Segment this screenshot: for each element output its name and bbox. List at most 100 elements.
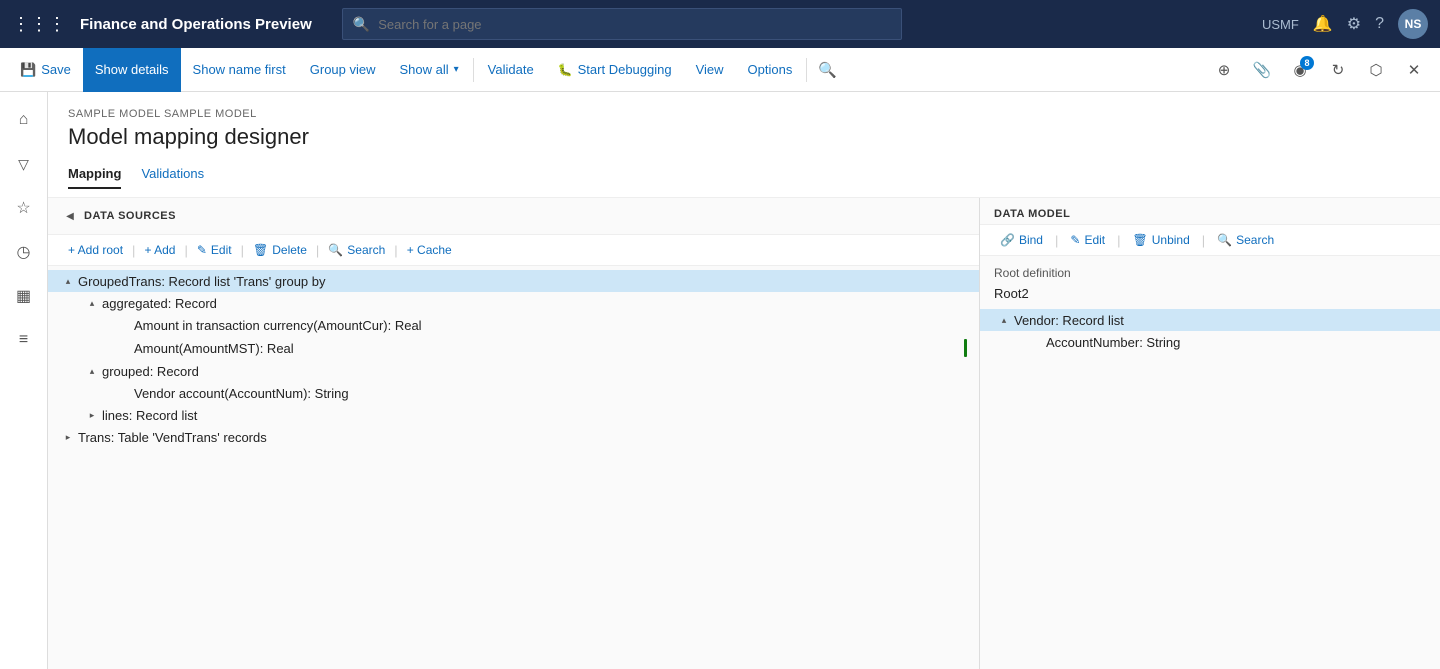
tree-label-trans: Trans: Table 'VendTrans' records — [78, 430, 979, 445]
dm-toolbar: 🔗 Bind | ✎ Edit | 🗑 Unbind | � — [980, 224, 1440, 256]
breadcrumb: SAMPLE MODEL SAMPLE MODEL — [68, 108, 1420, 120]
user-avatar[interactable]: NS — [1398, 9, 1428, 39]
tree-item-vendor-account[interactable]: ▸ Vendor account(AccountNum): String — [48, 382, 979, 404]
sidebar-item-recent[interactable]: ◷ — [4, 232, 44, 272]
tree-label-vendor-account: Vendor account(AccountNum): String — [134, 386, 979, 401]
group-view-button[interactable]: Group view — [298, 48, 388, 92]
add-root-button[interactable]: + Add root — [60, 239, 131, 261]
dm-edit-button[interactable]: ✎ Edit — [1062, 229, 1113, 251]
dm-tree-label-vendor: Vendor: Record list — [1014, 313, 1440, 328]
binding-indicator — [964, 339, 967, 357]
badge-count: 8 — [1300, 56, 1314, 70]
toolbar-divider-1 — [473, 58, 474, 82]
sidebar-item-filter[interactable]: ▽ — [4, 144, 44, 184]
save-button[interactable]: 💾 Save — [8, 48, 83, 92]
search-toolbar-icon[interactable]: 🔍 — [809, 52, 845, 88]
tree-item-aggregated[interactable]: ▴ aggregated: Record — [48, 292, 979, 314]
global-search-box[interactable]: 🔍 — [342, 8, 902, 40]
save-icon: 💾 — [20, 62, 36, 78]
tree-label-grouped: grouped: Record — [102, 364, 979, 379]
validate-button[interactable]: Validate — [476, 48, 546, 92]
delete-button[interactable]: 🗑 Delete — [245, 239, 315, 261]
edit-icon: ✎ — [197, 243, 207, 257]
expand-icon-grouped[interactable]: ▴ — [84, 363, 100, 379]
tree-label-aggregated: aggregated: Record — [102, 296, 979, 311]
tree-item-trans[interactable]: ▸ Trans: Table 'VendTrans' records — [48, 426, 979, 448]
data-model-panel: DATA MODEL 🔗 Bind | ✎ Edit | 🗑 Unbind — [980, 198, 1440, 669]
tree-item-lines[interactable]: ▸ lines: Record list — [48, 404, 979, 426]
search-icon: 🔍 — [353, 16, 370, 33]
add-button[interactable]: + Add — [136, 239, 183, 261]
sidebar-item-favorites[interactable]: ☆ — [4, 188, 44, 228]
app-title: Finance and Operations Preview — [80, 16, 312, 33]
expand-icon-trans[interactable]: ▸ — [60, 429, 76, 445]
show-all-button[interactable]: Show all ▾ — [388, 48, 471, 92]
ds-tree: ▴ GroupedTrans: Record list 'Trans' grou… — [48, 266, 979, 669]
search-ds-button[interactable]: 🔍 Search — [320, 239, 393, 261]
dm-panel-title: DATA MODEL — [980, 198, 1440, 224]
user-code: USMF — [1262, 17, 1299, 32]
mapping-content: ◀ DATA SOURCES + Add root | + Add | ✎ Ed… — [48, 198, 1440, 669]
dm-edit-icon: ✎ — [1070, 233, 1080, 247]
bookmark-icon[interactable]: 📎 — [1244, 52, 1280, 88]
dm-tree: ▴ Vendor: Record list ▸ AccountNumber: S… — [980, 301, 1440, 669]
chevron-down-icon: ▾ — [454, 64, 459, 75]
tree-item-amount-mst[interactable]: ▸ Amount(AmountMST): Real — [48, 336, 979, 360]
tree-item-grouped-trans[interactable]: ▴ GroupedTrans: Record list 'Trans' grou… — [48, 270, 979, 292]
toolbar-divider-2 — [806, 58, 807, 82]
tree-label-amount-mst: Amount(AmountMST): Real — [134, 341, 964, 356]
sidebar: ⌂ ▽ ☆ ◷ ▦ ≡ — [0, 92, 48, 669]
main-layout: ⌂ ▽ ☆ ◷ ▦ ≡ SAMPLE MODEL SAMPLE MODEL Mo… — [0, 92, 1440, 669]
bind-button[interactable]: 🔗 Bind — [992, 229, 1051, 251]
data-sources-panel: ◀ DATA SOURCES + Add root | + Add | ✎ Ed… — [48, 198, 980, 669]
debug-icon: 🐛 — [558, 63, 573, 77]
search-input[interactable] — [378, 17, 891, 32]
sidebar-item-workspace[interactable]: ▦ — [4, 276, 44, 316]
sidebar-item-modules[interactable]: ≡ — [4, 320, 44, 360]
unbind-button[interactable]: 🗑 Unbind — [1125, 229, 1198, 251]
tab-validations[interactable]: Validations — [141, 160, 204, 189]
connect-icon[interactable]: ⊕ — [1206, 52, 1242, 88]
notification-icon[interactable]: 🔔 — [1313, 14, 1333, 34]
dm-tree-label-account-number: AccountNumber: String — [1046, 335, 1440, 350]
tree-label-amount-cur: Amount in transaction currency(AmountCur… — [134, 318, 979, 333]
refresh-icon[interactable]: ↻ — [1320, 52, 1356, 88]
root-definition-value: Root2 — [980, 286, 1440, 301]
dm-expand-icon-vendor[interactable]: ▴ — [996, 312, 1012, 328]
tab-mapping[interactable]: Mapping — [68, 160, 121, 189]
settings-icon[interactable]: ⚙ — [1347, 14, 1361, 34]
page-title: Model mapping designer — [68, 124, 1420, 150]
start-debugging-button[interactable]: 🐛 Start Debugging — [546, 48, 684, 92]
ds-panel-title: DATA SOURCES — [84, 210, 176, 222]
unbind-icon: 🗑 — [1133, 233, 1148, 247]
tree-item-grouped[interactable]: ▴ grouped: Record — [48, 360, 979, 382]
page-header: SAMPLE MODEL SAMPLE MODEL Model mapping … — [48, 92, 1440, 198]
root-definition-label: Root definition — [980, 256, 1440, 284]
edit-button[interactable]: ✎ Edit — [189, 239, 240, 261]
expand-icon-lines[interactable]: ▸ — [84, 407, 100, 423]
delete-icon: 🗑 — [253, 243, 268, 257]
sidebar-item-home[interactable]: ⌂ — [4, 100, 44, 140]
help-icon[interactable]: ? — [1375, 15, 1384, 33]
options-button[interactable]: Options — [736, 48, 805, 92]
show-name-button[interactable]: Show name first — [181, 48, 298, 92]
ds-toolbar: + Add root | + Add | ✎ Edit | 🗑 Delete — [48, 234, 979, 266]
badge-button[interactable]: ◉ 8 — [1282, 52, 1318, 88]
ds-collapse-btn[interactable]: ◀ — [60, 206, 80, 226]
page-tabs: Mapping Validations — [68, 160, 1420, 189]
toolbar-right: ⊕ 📎 ◉ 8 ↻ ⬡ ✕ — [1206, 52, 1432, 88]
action-toolbar: 💾 Save Show details Show name first Grou… — [0, 48, 1440, 92]
search-dm-button[interactable]: 🔍 Search — [1209, 229, 1282, 251]
close-icon[interactable]: ✕ — [1396, 52, 1432, 88]
dm-tree-item-account-number[interactable]: ▸ AccountNumber: String — [980, 331, 1440, 353]
expand-icon-grouped-trans[interactable]: ▴ — [60, 273, 76, 289]
search-ds-icon: 🔍 — [328, 243, 343, 257]
tree-item-amount-cur[interactable]: ▸ Amount in transaction currency(AmountC… — [48, 314, 979, 336]
grid-icon[interactable]: ⋮⋮⋮ — [12, 14, 66, 35]
view-button[interactable]: View — [684, 48, 736, 92]
show-details-button[interactable]: Show details — [83, 48, 181, 92]
cache-button[interactable]: + Cache — [399, 239, 460, 261]
expand-icon-aggregated[interactable]: ▴ — [84, 295, 100, 311]
open-new-icon[interactable]: ⬡ — [1358, 52, 1394, 88]
dm-tree-item-vendor[interactable]: ▴ Vendor: Record list — [980, 309, 1440, 331]
